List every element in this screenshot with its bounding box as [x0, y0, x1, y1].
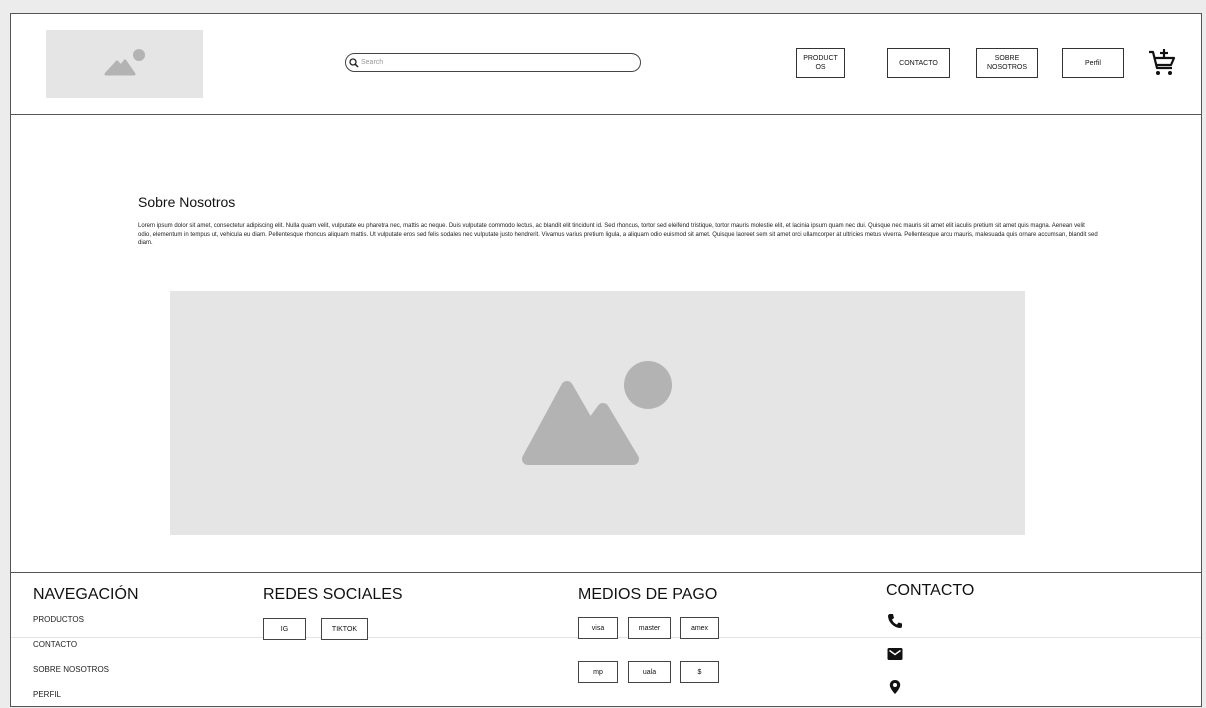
payment-master-button[interactable]: master [628, 617, 671, 639]
page-title: Sobre Nosotros [138, 194, 236, 210]
payment-cash-label: $ [697, 668, 702, 676]
cart-add-icon[interactable] [1147, 48, 1177, 78]
social-tiktok-label: TIKTOK [331, 625, 358, 633]
page: Search PRODUCTOS CONTACTO SOBRE NOSOTROS… [10, 13, 1202, 707]
footer-link-perfil[interactable]: PERFIL [33, 690, 61, 699]
about-paragraph: Lorem ipsum dolor sit amet, consectetur … [138, 223, 1098, 247]
footer-contacto-title: CONTACTO [886, 582, 975, 599]
footer-link-contacto[interactable]: CONTACTO [33, 640, 77, 649]
footer-redes-title: REDES SOCIALES [263, 586, 403, 603]
payment-master-label: master [638, 624, 661, 632]
logo[interactable] [46, 30, 203, 98]
nav-contacto-button[interactable]: CONTACTO [887, 48, 950, 78]
social-tiktok-button[interactable]: TIKTOK [321, 618, 368, 640]
nav-perfil-label: Perfil [1085, 59, 1101, 67]
mail-icon[interactable] [887, 646, 903, 662]
phone-icon[interactable] [887, 613, 903, 629]
payment-mp-button[interactable]: mp [578, 661, 618, 683]
payment-cash-button[interactable]: $ [680, 661, 719, 683]
image-placeholder-icon [104, 49, 145, 76]
nav-productos-button[interactable]: PRODUCTOS [796, 48, 845, 78]
payment-amex-label: amex [690, 624, 709, 632]
footer-link-productos[interactable]: PRODUCTOS [33, 615, 84, 624]
nav-sobre-nosotros-label: SOBRE NOSOTROS [986, 55, 1028, 71]
footer: NAVEGACIÓN PRODUCTOS CONTACTO SOBRE NOSO… [11, 572, 1201, 708]
footer-navegacion-title: NAVEGACIÓN [33, 586, 139, 603]
nav-productos-label: PRODUCTOS [803, 55, 838, 71]
search-bar[interactable]: Search [345, 53, 641, 72]
header: Search PRODUCTOS CONTACTO SOBRE NOSOTROS… [11, 14, 1201, 115]
payment-uala-button[interactable]: uala [628, 661, 671, 683]
social-ig-button[interactable]: IG [263, 618, 306, 640]
footer-link-sobre-nosotros[interactable]: SOBRE NOSOTROS [33, 665, 109, 674]
hero-image [170, 291, 1025, 535]
payment-uala-label: uala [642, 668, 657, 676]
location-icon[interactable] [887, 679, 903, 695]
payment-visa-button[interactable]: visa [578, 617, 618, 639]
image-placeholder-icon [522, 361, 672, 465]
nav-sobre-nosotros-button[interactable]: SOBRE NOSOTROS [976, 48, 1038, 78]
nav-contacto-label: CONTACTO [899, 59, 938, 67]
footer-pagos-title: MEDIOS DE PAGO [578, 586, 718, 603]
payment-amex-button[interactable]: amex [680, 617, 719, 639]
payment-mp-label: mp [593, 668, 603, 676]
payment-visa-label: visa [591, 624, 605, 632]
search-icon [349, 57, 359, 68]
search-placeholder: Search [361, 59, 384, 66]
social-ig-label: IG [280, 625, 289, 633]
nav-perfil-button[interactable]: Perfil [1062, 48, 1124, 78]
